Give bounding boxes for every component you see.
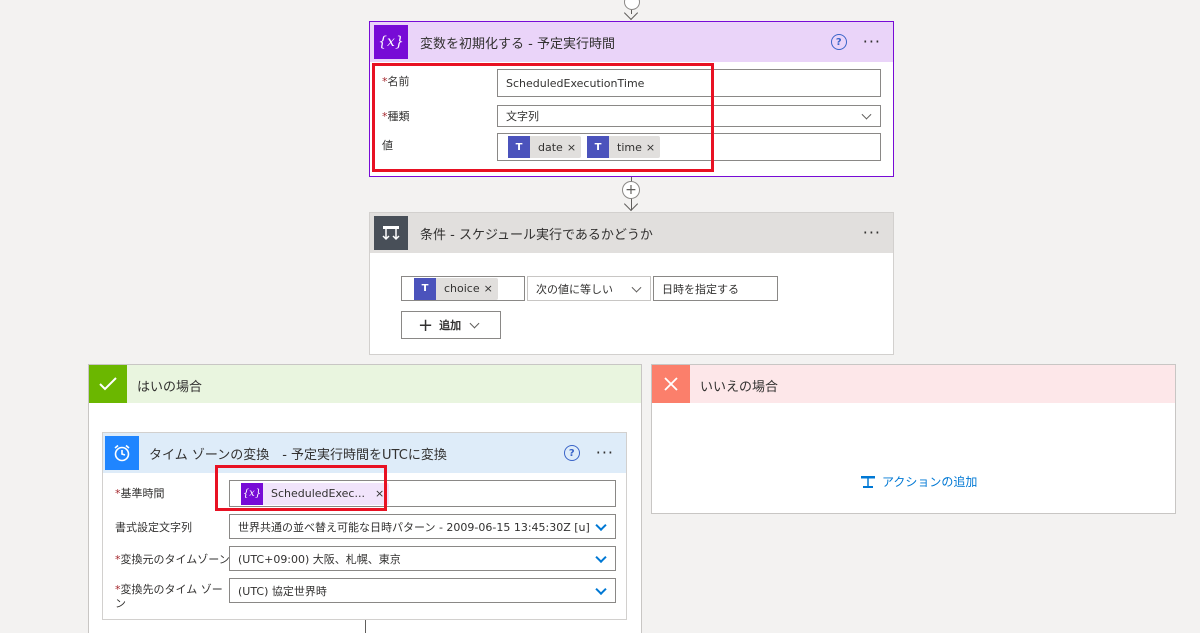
no-branch-title: いいえの場合 (700, 380, 779, 395)
condition-icon (374, 216, 408, 250)
init-variable-title: 変数を初期化する - 予定実行時間 (420, 36, 615, 52)
source-tz-select[interactable]: (UTC+09:00) 大阪、札幌、東京 (229, 546, 616, 571)
more-options-icon[interactable]: ··· (863, 34, 881, 50)
connector-line (365, 620, 366, 633)
help-icon[interactable]: ? (563, 445, 580, 461)
add-action-link[interactable]: アクションの追加 (860, 473, 977, 490)
condition-title: 条件 - スケジュール実行であるかどうか (420, 227, 653, 243)
help-icon[interactable]: ? (830, 34, 847, 50)
source-tz-label: *変換元のタイムゾーン (115, 553, 230, 566)
condition-right-operand[interactable]: 日時を指定する (653, 276, 778, 301)
format-select[interactable]: 世界共通の並べ替え可能な日時パターン - 2009-06-15 13:45:30… (229, 514, 616, 539)
no-branch: いいえの場合 アクションの追加 (651, 364, 1176, 514)
chevron-down-icon (861, 109, 872, 120)
variable-icon: {x} (374, 25, 408, 59)
plus-icon: + (418, 314, 434, 336)
teams-icon: T (414, 277, 436, 300)
condition-card[interactable]: 条件 - スケジュール実行であるかどうか ··· T choice × 次の値に… (369, 212, 894, 355)
chevron-down-icon (631, 282, 642, 293)
alarm-clock-icon (105, 436, 139, 470)
chevron-down-icon (595, 583, 607, 595)
token-choice[interactable]: T choice × (414, 277, 498, 300)
chevron-down-icon (595, 551, 607, 563)
token-remove-icon[interactable]: × (484, 282, 498, 295)
arrow-down-icon (623, 196, 639, 212)
highlight-box (215, 465, 387, 511)
dest-tz-label: *変換先のタイム ゾーン (115, 583, 223, 610)
yes-branch-title: はいの場合 (137, 380, 203, 395)
checkmark-icon (89, 365, 127, 403)
highlight-box (372, 63, 714, 172)
condition-left-operand[interactable]: T choice × (401, 276, 525, 301)
condition-operator-select[interactable]: 次の値に等しい (527, 276, 651, 301)
base-time-label: *基準時間 (115, 487, 165, 500)
chevron-down-icon (469, 318, 480, 328)
init-variable-header[interactable]: {x} 変数を初期化する - 予定実行時間 ? ··· (370, 22, 893, 62)
convert-timezone-card[interactable]: タイム ゾーンの変換 - 予定実行時間をUTCに変換 ? ··· *基準時間 {… (102, 432, 627, 620)
more-options-icon[interactable]: ··· (596, 445, 614, 461)
dest-tz-select[interactable]: (UTC) 協定世界時 (229, 578, 616, 603)
more-options-icon[interactable]: ··· (863, 225, 881, 241)
chevron-down-icon (595, 519, 607, 531)
no-branch-header[interactable]: いいえの場合 (652, 365, 1175, 403)
format-label: 書式設定文字列 (115, 521, 192, 534)
add-button[interactable]: + 追加 (401, 311, 501, 339)
close-icon (652, 365, 690, 403)
add-action-icon (861, 475, 875, 488)
yes-branch-header[interactable]: はいの場合 (89, 365, 641, 403)
condition-header[interactable]: 条件 - スケジュール実行であるかどうか ··· (370, 213, 893, 253)
convert-timezone-title: タイム ゾーンの変換 - 予定実行時間をUTCに変換 (149, 447, 447, 463)
